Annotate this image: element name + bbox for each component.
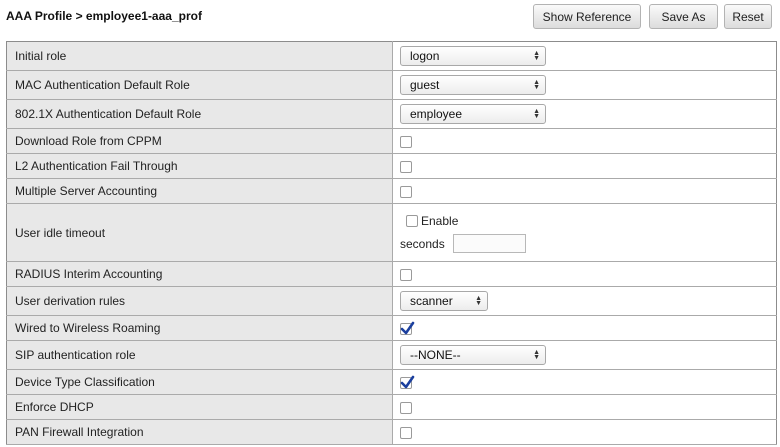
page-header: AAA Profile > employee1-aaa_prof Show Re… — [0, 0, 780, 36]
sip-authentication-role-select-value: --NONE-- — [410, 348, 461, 362]
aaa-profile-table: Initial role logon ▲ ▼ MAC Authentication… — [6, 41, 777, 445]
mac-auth-default-role-select[interactable]: guest ▲ ▼ — [400, 75, 546, 95]
select-arrows-icon: ▲ ▼ — [533, 108, 540, 120]
row-label-initial-role: Initial role — [6, 41, 393, 71]
show-reference-button[interactable]: Show Reference — [533, 4, 641, 29]
idle-timeout-enable-label: Enable — [421, 213, 459, 228]
row-label-wired-to-wireless-roaming: Wired to Wireless Roaming — [6, 315, 393, 341]
check-mark-icon — [400, 321, 415, 335]
download-role-from-cppm-checkbox[interactable] — [400, 135, 412, 148]
idle-timeout-unit-label: seconds — [400, 236, 445, 251]
user-derivation-rules-select-value: scanner — [410, 294, 453, 308]
table-row: Enforce DHCP — [6, 394, 777, 420]
row-label-radius-interim-accounting: RADIUS Interim Accounting — [6, 261, 393, 287]
select-arrows-icon: ▲ ▼ — [533, 50, 540, 62]
row-label-pan-firewall-integration: PAN Firewall Integration — [6, 419, 393, 445]
row-label-mac-auth-default-role: MAC Authentication Default Role — [6, 70, 393, 100]
row-label-multiple-server-accounting: Multiple Server Accounting — [6, 178, 393, 204]
save-as-button[interactable]: Save As — [649, 4, 718, 29]
select-arrows-icon: ▲ ▼ — [475, 295, 482, 307]
device-type-classification-checkbox[interactable] — [400, 375, 415, 389]
table-row: RADIUS Interim Accounting — [6, 261, 777, 287]
row-label-user-idle-timeout: User idle timeout — [6, 203, 393, 262]
row-label-device-type-classification: Device Type Classification — [6, 369, 393, 395]
table-row: Wired to Wireless Roaming — [6, 315, 777, 341]
idle-timeout-enable-checkbox[interactable] — [406, 214, 418, 227]
reset-button[interactable]: Reset — [724, 4, 772, 29]
select-arrows-icon: ▲ ▼ — [533, 349, 540, 361]
initial-role-select[interactable]: logon ▲ ▼ — [400, 46, 546, 66]
8021x-auth-default-role-select-value: employee — [410, 107, 463, 121]
page-title: AAA Profile > employee1-aaa_prof — [6, 9, 202, 23]
row-label-download-role-from-cppm: Download Role from CPPM — [6, 128, 393, 154]
radius-interim-accounting-checkbox[interactable] — [400, 268, 412, 281]
enforce-dhcp-checkbox[interactable] — [400, 401, 412, 414]
table-row: SIP authentication role --NONE-- ▲ ▼ — [6, 340, 777, 370]
row-label-enforce-dhcp: Enforce DHCP — [6, 394, 393, 420]
pan-firewall-integration-checkbox[interactable] — [400, 426, 412, 439]
table-row: Device Type Classification — [6, 369, 777, 395]
idle-timeout-seconds-input[interactable] — [452, 234, 526, 253]
row-label-user-derivation-rules: User derivation rules — [6, 286, 393, 316]
initial-role-select-value: logon — [410, 49, 440, 63]
table-row: PAN Firewall Integration — [6, 419, 777, 445]
table-row: Download Role from CPPM — [6, 128, 777, 154]
multiple-server-accounting-checkbox[interactable] — [400, 185, 412, 198]
table-row: MAC Authentication Default Role guest ▲ ▼ — [6, 70, 777, 100]
check-mark-icon — [400, 375, 415, 389]
user-derivation-rules-select[interactable]: scanner ▲ ▼ — [400, 291, 488, 311]
select-arrows-icon: ▲ ▼ — [533, 79, 540, 91]
mac-auth-default-role-select-value: guest — [410, 78, 440, 92]
sip-authentication-role-select[interactable]: --NONE-- ▲ ▼ — [400, 345, 546, 365]
table-row: User idle timeout Enable seconds — [6, 203, 777, 262]
row-label-8021x-auth-default-role: 802.1X Authentication Default Role — [6, 99, 393, 129]
8021x-auth-default-role-select[interactable]: employee ▲ ▼ — [400, 104, 546, 124]
table-row: Initial role logon ▲ ▼ — [6, 41, 777, 71]
row-label-l2-auth-fail-through: L2 Authentication Fail Through — [6, 153, 393, 179]
row-label-sip-authentication-role: SIP authentication role — [6, 340, 393, 370]
table-row: 802.1X Authentication Default Role emplo… — [6, 99, 777, 129]
table-row: Multiple Server Accounting — [6, 178, 777, 204]
wired-to-wireless-roaming-checkbox[interactable] — [400, 321, 415, 335]
l2-auth-fail-through-checkbox[interactable] — [400, 160, 412, 173]
table-row: L2 Authentication Fail Through — [6, 153, 777, 179]
table-row: User derivation rules scanner ▲ ▼ — [6, 286, 777, 316]
